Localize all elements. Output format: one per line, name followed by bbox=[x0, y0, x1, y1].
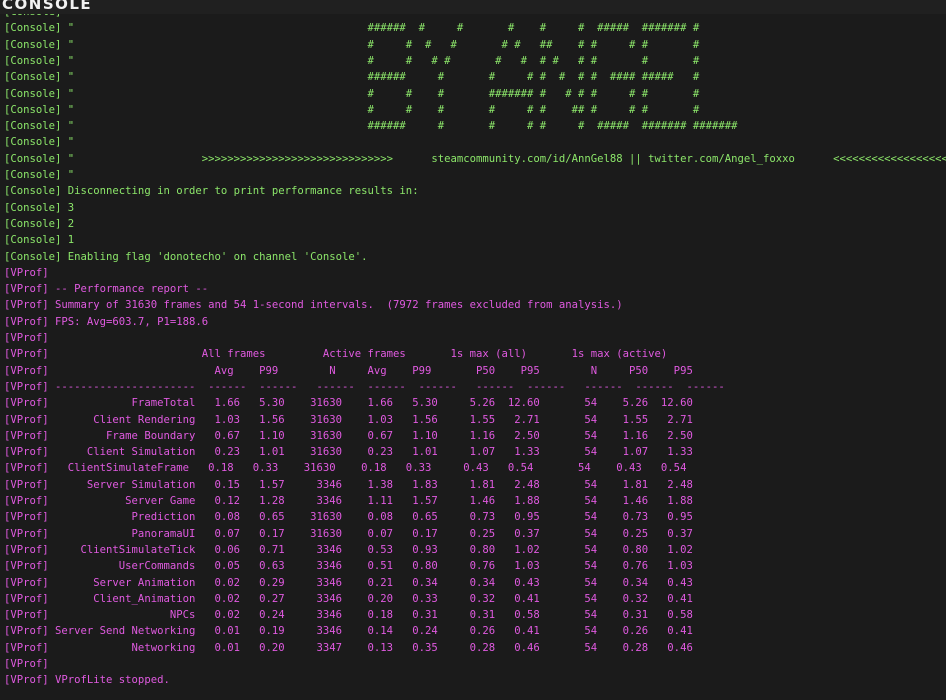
log-line: [Console] " # # # # # # ## # # # # # bbox=[4, 38, 700, 51]
window-title: CONSOLE bbox=[2, 0, 93, 13]
log-line: [VProf] All frames Active frames 1s max … bbox=[4, 348, 668, 361]
log-line: [VProf] Server Game 0.12 1.28 3346 1.11 … bbox=[4, 495, 693, 507]
log-line: [VProf] Networking 0.01 0.20 3347 0.13 0… bbox=[4, 641, 693, 654]
log-line: [VProf] NPCs 0.02 0.24 3346 0.18 0.31 0.… bbox=[4, 609, 693, 622]
log-line: [VProf] Client Rendering 1.03 1.56 31630… bbox=[4, 413, 693, 426]
log-line: [VProf] bbox=[4, 266, 49, 279]
console-log[interactable]: [Console][Console] " ###### # # # # # ##… bbox=[0, 14, 946, 700]
log-line: [Console] " # # # # # # ## # # # # bbox=[4, 103, 700, 116]
log-line: [Console] " # # # # # # # # # # # # bbox=[4, 54, 700, 67]
log-line: [VProf] FrameTotal 1.66 5.30 31630 1.66 … bbox=[4, 397, 693, 410]
log-line: [Console] Disconnecting in order to prin… bbox=[4, 185, 419, 198]
log-line: [Console] " # # # ####### # # # # # # # bbox=[4, 87, 700, 100]
log-line: [VProf] Summary of 31630 frames and 54 1… bbox=[4, 299, 623, 312]
log-line: [VProf] Avg P99 N Avg P99 P50 P95 N P50 … bbox=[4, 364, 693, 377]
log-line: [Console] 1 bbox=[4, 234, 75, 247]
title-bar[interactable]: CONSOLE bbox=[0, 0, 946, 14]
log-line: [VProf] ---------------------- ------ --… bbox=[4, 380, 725, 393]
log-line: [VProf] Server Simulation 0.15 1.57 3346… bbox=[4, 478, 693, 491]
log-line: [Console] " bbox=[4, 169, 75, 181]
log-line: [VProf] Client Simulation 0.23 1.01 3163… bbox=[4, 446, 693, 459]
log-line: [VProf] VProfLite stopped. bbox=[4, 674, 170, 687]
log-line: [VProf] Prediction 0.08 0.65 31630 0.08 … bbox=[4, 511, 693, 524]
log-line: [Console] " ###### # # # # # ##### #####… bbox=[4, 120, 738, 133]
console-window: CONSOLE [Console][Console] " ###### # # … bbox=[0, 0, 946, 700]
log-line: [VProf] ClientSimulateFrame 0.18 0.33 31… bbox=[4, 462, 687, 475]
log-line: [VProf] UserCommands 0.05 0.63 3346 0.51… bbox=[4, 560, 693, 573]
log-line: [Console] Enabling flag 'donotecho' on c… bbox=[4, 250, 368, 263]
log-line: [VProf] Server Animation 0.02 0.29 3346 … bbox=[4, 576, 693, 589]
log-line: [Console] 3 bbox=[4, 201, 75, 214]
log-line: [VProf] bbox=[4, 658, 49, 670]
log-line: [VProf] FPS: Avg=603.7, P1=188.6 bbox=[4, 315, 209, 328]
log-line: [VProf] -- Performance report -- bbox=[4, 283, 209, 296]
log-line: [VProf] Client_Animation 0.02 0.27 3346 … bbox=[4, 592, 693, 605]
log-line: [VProf] ClientSimulateTick 0.06 0.71 334… bbox=[4, 543, 693, 556]
log-line: [Console] " ###### # # # # # ##### #####… bbox=[4, 22, 700, 35]
log-line: [VProf] bbox=[4, 332, 49, 344]
log-line: [Console] 2 bbox=[4, 217, 75, 230]
log-line: [Console] " >>>>>>>>>>>>>>>>>>>>>>>>>>>>… bbox=[4, 152, 946, 165]
log-line: [VProf] PanoramaUI 0.07 0.17 31630 0.07 … bbox=[4, 527, 693, 540]
log-line: [VProf] Server Send Networking 0.01 0.19… bbox=[4, 625, 693, 638]
log-line: [Console] " ###### # # # # # # # #### ##… bbox=[4, 71, 700, 84]
log-line: [Console] " bbox=[4, 136, 75, 149]
log-line: [VProf] Frame Boundary 0.67 1.10 31630 0… bbox=[4, 429, 693, 442]
